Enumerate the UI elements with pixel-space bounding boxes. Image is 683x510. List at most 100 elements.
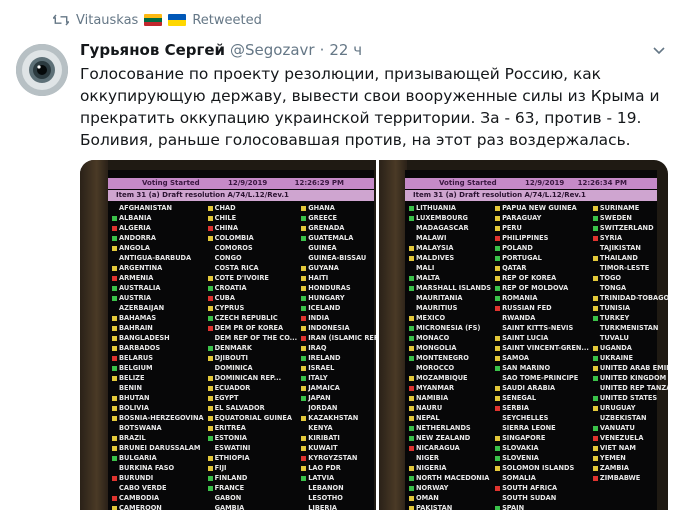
lithuania-flag-icon	[144, 14, 163, 26]
country-row: YEMEN	[592, 453, 668, 463]
vote-marker-icon	[592, 215, 598, 221]
vote-marker-icon	[495, 265, 501, 271]
country-row: OMAN	[409, 493, 491, 503]
vote-marker-icon	[112, 375, 117, 381]
vote-marker-icon	[592, 225, 598, 231]
country-name: BULGARIA	[119, 454, 157, 462]
vote-marker-icon	[409, 266, 414, 271]
country-name: SOLOMON ISLANDS	[502, 464, 575, 472]
country-name: UNITED KINGDOM	[599, 374, 667, 382]
vote-marker-icon	[592, 445, 598, 451]
vote-marker-icon	[592, 465, 598, 471]
vote-marker-icon	[301, 305, 307, 311]
country-name: BURUNDI	[119, 474, 154, 482]
vote-marker-icon	[112, 415, 117, 421]
vote-column: AFGHANISTAN ALBANIA ALGERIA ANDORRA ANGOLA AN…	[108, 203, 204, 510]
country-name: BRAZIL	[119, 434, 146, 442]
vote-marker-icon	[495, 416, 500, 421]
country-row: PAPUA NEW GUINEA	[495, 203, 589, 213]
country-name: RWANDA	[502, 314, 536, 322]
country-name: CHINA	[214, 224, 239, 232]
avatar[interactable]	[16, 44, 68, 96]
ukraine-flag-icon	[168, 14, 187, 26]
country-name: CUBA	[214, 294, 235, 302]
vote-marker-icon	[208, 266, 213, 271]
country-name: TUVALU	[599, 334, 629, 342]
vote-marker-icon	[207, 235, 213, 241]
country-row: SWEDEN	[592, 213, 668, 223]
country-name: ISRAEL	[308, 364, 335, 372]
country-name: NIGER	[416, 454, 439, 462]
vote-marker-icon	[495, 435, 501, 441]
country-name: AUSTRALIA	[119, 284, 161, 292]
vote-marker-icon	[592, 205, 598, 211]
country-name: NORTH MACEDONIA	[416, 474, 490, 482]
country-name: SOMALIA	[502, 474, 536, 482]
author-handle[interactable]: @Segozavr	[230, 41, 315, 59]
country-row: BOTSWANA	[112, 423, 204, 433]
country-name: CAMEROON	[119, 504, 162, 510]
country-row: UNITED ARAB EMIRA...	[592, 363, 668, 373]
tweet-media[interactable]: Voting Started 12/9/2019 12:26:29 PM Ite…	[80, 160, 668, 510]
country-row: ROMANIA	[495, 293, 589, 303]
country-name: SWEDEN	[599, 214, 632, 222]
vote-marker-icon	[592, 405, 598, 411]
country-name: GHANA	[308, 204, 335, 212]
vote-marker-icon	[112, 235, 117, 241]
country-row: AZERBAIJAN	[112, 303, 204, 313]
vote-marker-icon	[592, 365, 598, 371]
tweet-timestamp[interactable]: 22 ч	[329, 41, 362, 59]
country-row: SYRIA	[592, 233, 668, 243]
voting-board-right: Voting Started 12/9/2019 12:26:34 PM Ite…	[405, 170, 668, 510]
country-row: ANDORRA	[112, 233, 204, 243]
screen-frame	[379, 160, 407, 510]
vote-marker-icon	[112, 455, 117, 461]
country-name: REP OF MOLDOVA	[502, 284, 569, 292]
country-row: UZBEKISTAN	[593, 413, 668, 423]
country-name: SENEGAL	[502, 394, 537, 402]
country-row: PERU	[495, 223, 589, 233]
country-name: ZAMBIA	[599, 464, 629, 472]
vote-marker-icon	[409, 485, 414, 491]
country-row: CHILE	[207, 213, 298, 223]
tweet-photo-right[interactable]: Voting Started 12/9/2019 12:26:34 PM Ite…	[379, 160, 668, 510]
vote-marker-icon	[593, 416, 598, 421]
vote-marker-icon	[409, 236, 414, 241]
country-name: TURKMENISTAN	[599, 324, 659, 332]
country-name: BAHAMAS	[119, 314, 157, 322]
vote-marker-icon	[207, 275, 213, 281]
retweeter-name[interactable]: Vitauskas	[76, 13, 138, 28]
vote-marker-icon	[592, 435, 598, 441]
country-name: MONGOLIA	[416, 344, 457, 352]
country-name: MYANMAR	[416, 384, 455, 392]
vote-marker-icon	[112, 405, 117, 411]
vote-marker-icon	[301, 465, 307, 471]
chevron-down-icon[interactable]	[651, 42, 667, 58]
country-row: SLOVAKIA	[495, 443, 589, 453]
country-name: TIMOR-LESTE	[599, 264, 650, 272]
country-row: SURINAME	[592, 203, 668, 213]
author-name[interactable]: Гурьянов Сергей	[80, 41, 225, 59]
vote-marker-icon	[301, 445, 307, 451]
country-name: SYRIA	[599, 234, 623, 242]
vote-marker-icon	[301, 395, 307, 401]
vote-marker-icon	[409, 285, 414, 291]
country-name: MALDIVES	[416, 254, 455, 262]
country-row: SIERRA LEONE	[495, 423, 589, 433]
vote-marker-icon	[409, 255, 414, 261]
country-row: TRINIDAD-TOBAGO	[592, 293, 668, 303]
country-name: MOZAMBIQUE	[416, 374, 468, 382]
country-row: THAILAND	[592, 253, 668, 263]
tweet-photo-left[interactable]: Voting Started 12/9/2019 12:26:29 PM Ite…	[80, 160, 376, 510]
vote-marker-icon	[592, 295, 598, 301]
country-row: DENMARK	[207, 343, 298, 353]
country-name: CONGO	[214, 254, 242, 262]
vote-marker-icon	[495, 205, 501, 211]
country-row: MARSHALL ISLANDS	[409, 283, 491, 293]
vote-marker-icon	[207, 435, 213, 441]
country-name: PORTUGAL	[502, 254, 542, 262]
country-name: EQUATORIAL GUINEA	[214, 414, 293, 422]
country-row: DEM PR OF KOREA	[207, 323, 298, 333]
vote-marker-icon	[301, 385, 307, 391]
country-row: REP OF KOREA	[495, 273, 589, 283]
